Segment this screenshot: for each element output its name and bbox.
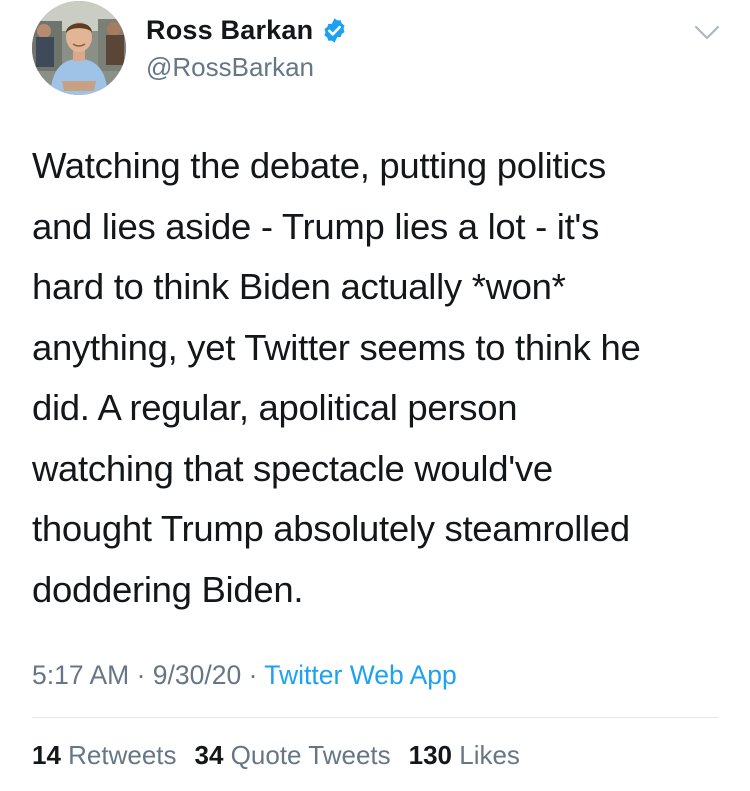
quote-tweets-label: Quote Tweets xyxy=(223,740,391,770)
tweet-card: Ross Barkan @RossBarkan Watching the deb… xyxy=(0,0,750,791)
meta-separator: · xyxy=(241,660,265,690)
retweets-label: Retweets xyxy=(60,740,177,770)
avatar[interactable] xyxy=(32,1,126,95)
chevron-down-icon[interactable] xyxy=(694,25,720,41)
quote-tweets-count: 34 xyxy=(194,740,224,770)
author-name-row[interactable]: Ross Barkan xyxy=(146,15,348,46)
retweets-count: 14 xyxy=(32,740,61,770)
tweet-date[interactable]: 9/30/20 xyxy=(153,660,241,690)
quote-tweets-stat[interactable]: 34 Quote Tweets xyxy=(195,740,391,770)
author-display-name[interactable]: Ross Barkan xyxy=(146,15,313,46)
tweet-source-link[interactable]: Twitter Web App xyxy=(264,660,456,690)
tweet-meta: 5:17 AM · 9/30/20 · Twitter Web App xyxy=(32,660,457,691)
tweet-body-text: Watching the debate, putting politics an… xyxy=(32,145,641,610)
divider xyxy=(32,717,718,718)
verified-badge-icon xyxy=(324,18,345,43)
likes-label: Likes xyxy=(452,740,520,770)
retweets-stat[interactable]: 14 Retweets xyxy=(32,740,177,770)
author-handle[interactable]: @RossBarkan xyxy=(146,52,314,83)
likes-stat[interactable]: 130 Likes xyxy=(409,740,520,770)
tweet-stats: 14 Retweets 34 Quote Tweets 130 Likes xyxy=(32,740,520,771)
tweet-time[interactable]: 5:17 AM xyxy=(32,660,129,690)
meta-separator: · xyxy=(129,660,153,690)
likes-count: 130 xyxy=(408,740,453,770)
